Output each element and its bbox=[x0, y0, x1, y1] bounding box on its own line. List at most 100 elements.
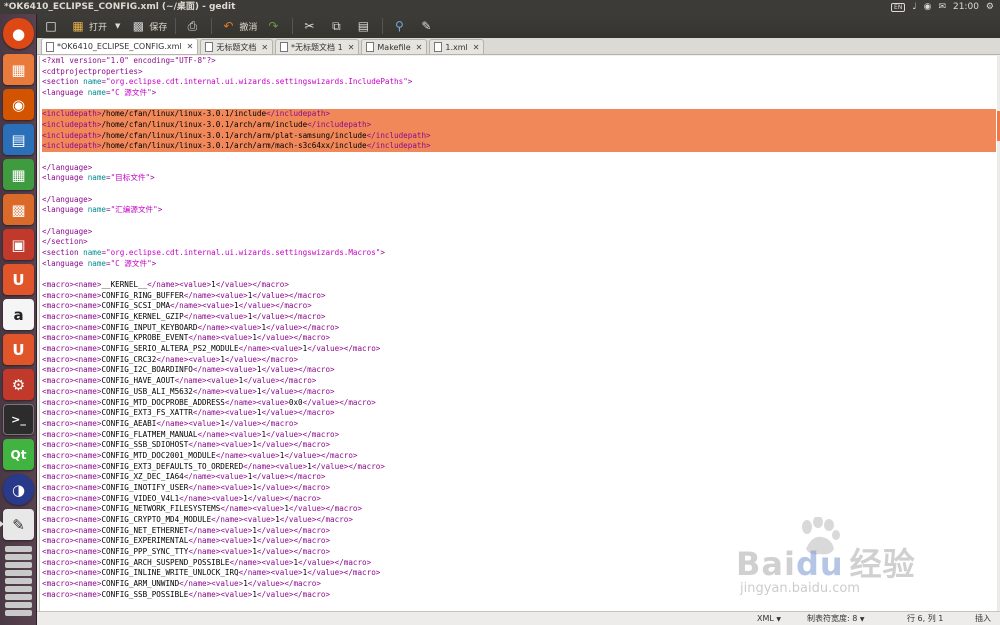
code-line[interactable] bbox=[42, 269, 996, 280]
files-icon[interactable]: ▦ bbox=[3, 54, 34, 85]
libreoffice-calc-icon[interactable]: ▦ bbox=[3, 159, 34, 190]
volume-icon[interactable]: ♩ bbox=[912, 0, 916, 14]
close-icon[interactable]: ✕ bbox=[348, 43, 355, 52]
code-line[interactable]: <macro><name>CONFIG_EXT3_DEFAULTS_TO_ORD… bbox=[42, 462, 996, 473]
ubuntu-one-music-icon[interactable]: U bbox=[3, 334, 34, 365]
code-line[interactable]: <macro><name>CONFIG_USB_ALI_M5632</name>… bbox=[42, 387, 996, 398]
close-icon[interactable]: ✕ bbox=[416, 43, 423, 52]
text-editor[interactable]: <?xml version="1.0" encoding="UTF-8"?> <c… bbox=[39, 56, 997, 623]
code-line[interactable]: <includepath>/home/cfan/linux/linux-3.0.… bbox=[42, 120, 996, 131]
terminal-icon[interactable]: >_ bbox=[3, 404, 34, 435]
gear-icon[interactable]: ⚙ bbox=[986, 0, 994, 14]
code-line[interactable]: <macro><name>CONFIG_SCSI_DMA</name><valu… bbox=[42, 301, 996, 312]
keyboard-icon[interactable]: EN bbox=[891, 2, 906, 12]
libreoffice-impress-icon[interactable]: ▩ bbox=[3, 194, 34, 225]
code-line[interactable]: <macro><name>CONFIG_INLINE_WRITE_UNLOCK_… bbox=[42, 568, 996, 579]
tab-untitled-document[interactable]: 无标题文档 ✕ bbox=[200, 39, 274, 54]
code-line[interactable]: <includepath>/home/cfan/linux/linux-3.0.… bbox=[42, 109, 996, 121]
launcher-stack-item[interactable] bbox=[5, 586, 32, 592]
system-settings-icon[interactable]: ⚙ bbox=[3, 369, 34, 400]
undo-button[interactable]: ↶ 撤消 bbox=[220, 16, 257, 36]
code-line[interactable]: <macro><name>CONFIG_PPP_SYNC_TTY</name><… bbox=[42, 547, 996, 558]
wifi-icon[interactable]: ◉ bbox=[924, 0, 932, 14]
code-line[interactable]: <includepath>/home/cfan/linux/linux-3.0.… bbox=[42, 141, 996, 153]
launcher-stack-item[interactable] bbox=[5, 594, 32, 600]
code-line[interactable]: <language name="C 源文件"> bbox=[42, 259, 996, 270]
code-line[interactable]: <macro><name>CONFIG_EXPERIMENTAL</name><… bbox=[42, 536, 996, 547]
code-line[interactable]: </language> bbox=[42, 163, 996, 174]
code-line[interactable]: <macro><name>CONFIG_INPUT_KEYBOARD</name… bbox=[42, 323, 996, 334]
launcher-stack-item[interactable] bbox=[5, 610, 32, 616]
gedit-icon[interactable]: ✎ bbox=[0, 509, 34, 540]
code-line[interactable]: <macro><name>CONFIG_RING_BUFFER</name><v… bbox=[42, 291, 996, 302]
print-button[interactable]: ⎙ bbox=[184, 16, 203, 36]
eclipse-icon[interactable]: ◑ bbox=[3, 474, 34, 505]
code-line[interactable]: <macro><name>CONFIG_KERNEL_GZIP</name><v… bbox=[42, 312, 996, 323]
close-icon[interactable]: ✕ bbox=[261, 43, 268, 52]
code-line[interactable]: <includepath>/home/cfan/linux/linux-3.0.… bbox=[42, 130, 996, 142]
code-line[interactable]: <macro><name>CONFIG_ARM_UNWIND</name><va… bbox=[42, 579, 996, 590]
code-line[interactable]: <macro><name>CONFIG_ARCH_SUSPEND_POSSIBL… bbox=[42, 558, 996, 569]
code-line[interactable]: <macro><name>CONFIG_SSB_POSSIBLE</name><… bbox=[42, 590, 996, 601]
code-view[interactable]: <?xml version="1.0" encoding="UTF-8"?> <c… bbox=[42, 56, 996, 600]
language-selector[interactable]: XML ▼ bbox=[757, 613, 781, 625]
launcher-stack-item[interactable] bbox=[5, 578, 32, 584]
close-icon[interactable]: ✕ bbox=[187, 42, 194, 51]
launcher-stack-item[interactable] bbox=[5, 570, 32, 576]
tab-makefile[interactable]: Makefile ✕ bbox=[361, 39, 428, 54]
code-line[interactable]: </section> bbox=[42, 237, 996, 248]
launcher-stack-item[interactable] bbox=[5, 554, 32, 560]
cut-button[interactable]: ✂ bbox=[301, 16, 320, 36]
code-line[interactable]: <macro><name>CONFIG_MTD_DOC2001_MODULE</… bbox=[42, 451, 996, 462]
code-line[interactable]: <macro><name>CONFIG_SERIO_ALTERA_PS2_MOD… bbox=[42, 344, 996, 355]
code-line[interactable] bbox=[42, 99, 996, 110]
code-line[interactable]: <macro><name>CONFIG_XZ_DEC_IA64</name><v… bbox=[42, 472, 996, 483]
code-line[interactable]: <macro><name>CONFIG_INOTIFY_USER</name><… bbox=[42, 483, 996, 494]
close-icon[interactable]: ✕ bbox=[473, 43, 480, 52]
tab-untitled-document-1[interactable]: *无标题文档 1 ✕ bbox=[275, 39, 360, 54]
ubuntu-one-icon[interactable]: U bbox=[3, 264, 34, 295]
libreoffice-writer-icon[interactable]: ▤ bbox=[3, 124, 34, 155]
launcher-stack-item[interactable] bbox=[5, 546, 32, 552]
save-button[interactable]: ▩ 保存 bbox=[130, 16, 168, 36]
code-line[interactable]: <section name="org.eclipse.cdt.internal.… bbox=[42, 248, 996, 259]
find-button[interactable]: ⚲ bbox=[391, 16, 410, 36]
tab-1-xml[interactable]: 1.xml ✕ bbox=[429, 39, 485, 54]
software-center-icon[interactable]: ▣ bbox=[3, 229, 34, 260]
mail-icon[interactable]: ✉ bbox=[938, 0, 946, 14]
code-line[interactable] bbox=[42, 184, 996, 195]
code-line[interactable]: <macro><name>CONFIG_VIDEO_V4L1</name><va… bbox=[42, 494, 996, 505]
code-line[interactable] bbox=[42, 152, 996, 163]
tab-ok6410-eclipse-config[interactable]: *OK6410_ECLIPSE_CONFIG.xml ✕ bbox=[41, 38, 199, 54]
code-line[interactable] bbox=[42, 216, 996, 227]
code-line[interactable]: <macro><name>CONFIG_CRYPTO_MD4_MODULE</n… bbox=[42, 515, 996, 526]
code-line[interactable]: <macro><name>CONFIG_MTD_DOCPROBE_ADDRESS… bbox=[42, 398, 996, 409]
code-line[interactable]: <macro><name>CONFIG_NET_ETHERNET</name><… bbox=[42, 526, 996, 537]
code-line[interactable]: <macro><name>CONFIG_HAVE_AOUT</name><val… bbox=[42, 376, 996, 387]
code-line[interactable]: <macro><name>CONFIG_I2C_BOARDINFO</name>… bbox=[42, 365, 996, 376]
tab-width-selector[interactable]: 制表符宽度: 8 ▼ bbox=[807, 613, 865, 625]
code-line[interactable]: <macro><name>CONFIG_CRC32</name><value>1… bbox=[42, 355, 996, 366]
code-line[interactable]: <cdtprojectproperties> bbox=[42, 67, 996, 78]
code-line[interactable]: </language> bbox=[42, 195, 996, 206]
amazon-icon[interactable]: a bbox=[3, 299, 34, 330]
clock[interactable]: 21:00 bbox=[953, 0, 979, 14]
code-line[interactable]: <macro><name>__KERNEL__</name><value>1</… bbox=[42, 280, 996, 291]
code-line[interactable]: <language name="汇编源文件"> bbox=[42, 205, 996, 216]
code-line[interactable]: </language> bbox=[42, 227, 996, 238]
code-line[interactable]: <language name="C 源文件"> bbox=[42, 88, 996, 99]
dash-home-icon[interactable]: ● bbox=[3, 18, 34, 49]
find-replace-button[interactable]: ✎ bbox=[418, 16, 437, 36]
code-line[interactable]: <macro><name>CONFIG_EXT3_FS_XATTR</name>… bbox=[42, 408, 996, 419]
open-recent-arrow-icon[interactable]: ▼ bbox=[115, 22, 120, 30]
launcher-stack-item[interactable] bbox=[5, 562, 32, 568]
code-line[interactable]: <macro><name>CONFIG_SSB_SDIOHOST</name><… bbox=[42, 440, 996, 451]
launcher-stack-item[interactable] bbox=[5, 602, 32, 608]
open-button[interactable]: ▦ 打开 bbox=[70, 16, 107, 36]
qt-creator-icon[interactable]: Qt bbox=[3, 439, 34, 470]
copy-button[interactable]: ⧉ bbox=[328, 16, 347, 36]
code-line[interactable]: <macro><name>CONFIG_NETWORK_FILESYSTEMS<… bbox=[42, 504, 996, 515]
code-line[interactable]: <macro><name>CONFIG_FLATMEM_MANUAL</name… bbox=[42, 430, 996, 441]
code-line[interactable]: <?xml version="1.0" encoding="UTF-8"?> bbox=[42, 56, 996, 67]
new-button[interactable]: □ bbox=[43, 16, 62, 36]
